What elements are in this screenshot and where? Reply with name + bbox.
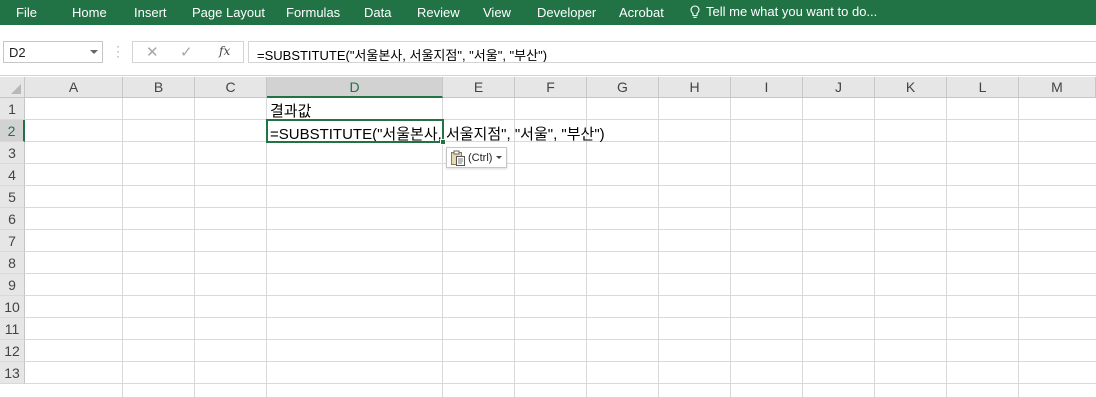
column-header-g[interactable]: G: [587, 77, 659, 98]
gridline: [730, 98, 731, 397]
row-header-4[interactable]: 4: [0, 164, 25, 186]
tab-home[interactable]: Home: [72, 5, 107, 20]
row-header-12[interactable]: 12: [0, 340, 25, 362]
column-header-d[interactable]: D: [267, 77, 443, 98]
row-header-11[interactable]: 11: [0, 318, 25, 340]
cell-d1[interactable]: 결과값: [270, 100, 311, 121]
name-box-value: D2: [9, 45, 26, 60]
column-header-f[interactable]: F: [515, 77, 587, 98]
formula-buttons: ✕ ✓ fx: [132, 41, 244, 63]
tab-view[interactable]: View: [483, 5, 511, 20]
insert-function-icon[interactable]: fx: [219, 44, 230, 58]
gridline: [658, 98, 659, 397]
row-header-7[interactable]: 7: [0, 230, 25, 252]
row-header-1[interactable]: 1: [0, 98, 25, 120]
column-header-a[interactable]: A: [25, 77, 123, 98]
column-header-c[interactable]: C: [195, 77, 267, 98]
paste-options-button[interactable]: (Ctrl): [446, 147, 507, 168]
drag-handle-icon[interactable]: · · ·: [116, 40, 120, 62]
column-header-b[interactable]: B: [123, 77, 195, 98]
column-header-j[interactable]: J: [803, 77, 875, 98]
lightbulb-icon: [690, 4, 700, 18]
tab-review[interactable]: Review: [417, 5, 460, 20]
tell-me-box[interactable]: Tell me what you want to do...: [690, 4, 877, 19]
tab-file[interactable]: File: [16, 5, 37, 20]
column-header-l[interactable]: L: [947, 77, 1019, 98]
row-header-10[interactable]: 10: [0, 296, 25, 318]
tab-insert[interactable]: Insert: [134, 5, 167, 20]
row-header-9[interactable]: 9: [0, 274, 25, 296]
column-header-e[interactable]: E: [443, 77, 515, 98]
row-header-13[interactable]: 13: [0, 362, 25, 384]
fill-handle[interactable]: [440, 139, 446, 145]
row-header-3[interactable]: 3: [0, 142, 25, 164]
gridline: [1018, 98, 1019, 397]
tab-developer[interactable]: Developer: [537, 5, 596, 20]
gridline: [946, 98, 947, 397]
gridline: [122, 98, 123, 397]
clipboard-icon: [451, 150, 465, 166]
gridline: [802, 98, 803, 397]
cancel-icon[interactable]: ✕: [146, 43, 159, 61]
tab-acrobat[interactable]: Acrobat: [619, 5, 664, 20]
gridline: [194, 98, 195, 397]
select-all-button[interactable]: [0, 77, 25, 98]
select-all-triangle-icon: [11, 84, 21, 94]
column-header-k[interactable]: K: [875, 77, 947, 98]
name-box[interactable]: D2: [3, 41, 103, 63]
ribbon-bar: File Home Insert Page Layout Formulas Da…: [0, 0, 1096, 25]
column-header-h[interactable]: H: [659, 77, 731, 98]
row-header-2[interactable]: 2: [0, 120, 25, 142]
column-header-i[interactable]: I: [731, 77, 803, 98]
formula-input[interactable]: =SUBSTITUTE("서울본사, 서울지점", "서울", "부산"): [248, 41, 1096, 63]
tab-data[interactable]: Data: [364, 5, 391, 20]
row-header-5[interactable]: 5: [0, 186, 25, 208]
tab-page-layout[interactable]: Page Layout: [192, 5, 265, 20]
paste-options-label: (Ctrl): [468, 151, 493, 164]
gridline: [874, 98, 875, 397]
enter-icon[interactable]: ✓: [180, 43, 193, 61]
chevron-down-icon[interactable]: [90, 50, 98, 54]
row-header-8[interactable]: 8: [0, 252, 25, 274]
worksheet-grid: A B C D E F G H I J K L M 1 2 3 4 5 6 7 …: [0, 77, 1096, 397]
active-cell-border: [266, 119, 444, 143]
tell-me-text: Tell me what you want to do...: [706, 4, 878, 19]
dropdown-caret-icon: [496, 156, 503, 159]
tab-formulas[interactable]: Formulas: [286, 5, 340, 20]
row-header-6[interactable]: 6: [0, 208, 25, 230]
formula-bar: D2 · · · ✕ ✓ fx =SUBSTITUTE("서울본사, 서울지점", …: [0, 25, 1096, 76]
column-header-m[interactable]: M: [1019, 77, 1096, 98]
